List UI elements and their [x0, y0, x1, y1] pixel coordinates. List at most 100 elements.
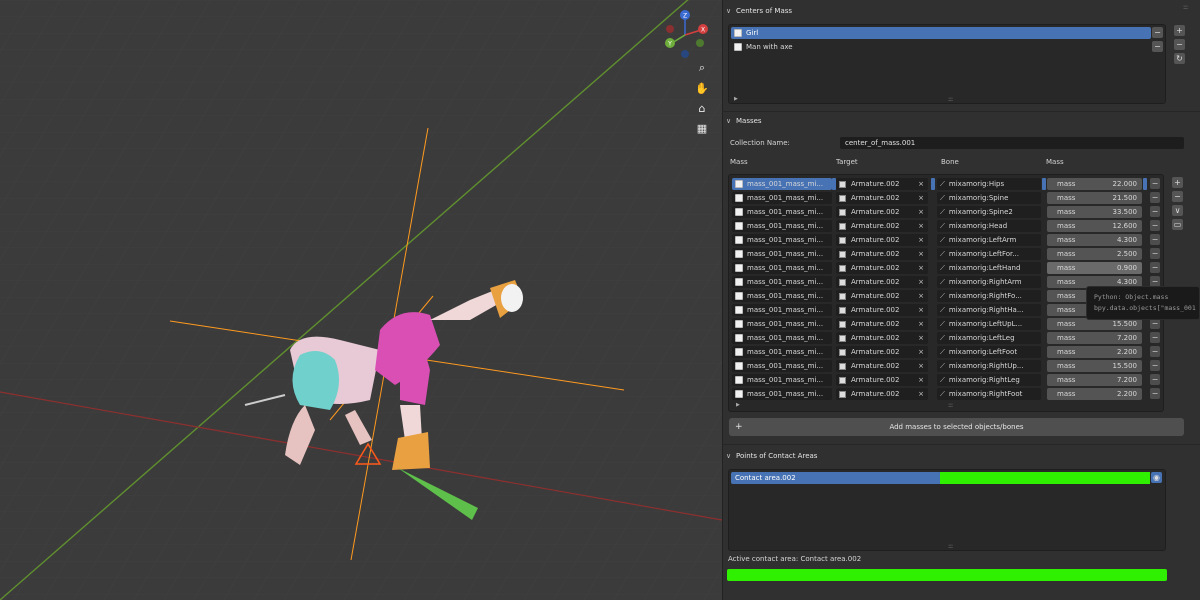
bone-field[interactable]: ⟋ mixamorig:LeftArm	[937, 234, 1041, 246]
mass-name-field[interactable]: mass_001_mass_mi...	[732, 192, 832, 204]
mass-name-field[interactable]: mass_001_mass_mi...	[732, 332, 832, 344]
clear-icon[interactable]: ×	[918, 264, 924, 272]
checkbox[interactable]	[735, 180, 743, 188]
bone-field[interactable]: ⟋ mixamorig:RightHa...	[937, 304, 1041, 316]
remove-button[interactable]: −	[1174, 39, 1185, 50]
mass-name-field[interactable]: mass_001_mass_mi...	[732, 290, 832, 302]
checkbox[interactable]	[735, 362, 743, 370]
clear-icon[interactable]: ×	[918, 348, 924, 356]
checkbox[interactable]	[735, 390, 743, 398]
clear-icon[interactable]: ×	[918, 194, 924, 202]
clear-icon[interactable]: ×	[918, 376, 924, 384]
clear-icon[interactable]: ×	[918, 278, 924, 286]
remove-button[interactable]: −	[1150, 332, 1160, 343]
refresh-icon[interactable]: ↻	[1174, 53, 1185, 64]
remove-button[interactable]: −	[1152, 27, 1163, 38]
zoom-icon[interactable]: ⌕	[694, 60, 710, 76]
list-expand-icon[interactable]: ▶	[736, 402, 740, 408]
contact-color-swatch[interactable]	[940, 472, 1150, 484]
list-item[interactable]: Contact area.002	[731, 472, 941, 484]
active-contact-color[interactable]	[727, 569, 1167, 581]
remove-button[interactable]: −	[1152, 41, 1163, 52]
mass-value-field[interactable]: mass 7.200	[1047, 332, 1142, 344]
mass-name-field[interactable]: mass_001_mass_mi...	[732, 388, 832, 400]
table-row[interactable]: mass_001_mass_mi... Armature.002 × ⟋ mix…	[732, 374, 1160, 386]
clear-icon[interactable]: ×	[918, 306, 924, 314]
checkbox[interactable]	[735, 208, 743, 216]
checkbox[interactable]	[734, 29, 742, 37]
mass-name-field[interactable]: mass_001_mass_mi...	[732, 346, 832, 358]
list-item[interactable]: Man with axe	[731, 41, 1151, 53]
bone-field[interactable]: ⟋ mixamorig:RightLeg	[937, 374, 1041, 386]
target-field[interactable]: Armature.002 ×	[836, 360, 928, 372]
table-row[interactable]: mass_001_mass_mi... Armature.002 × ⟋ mix…	[732, 220, 1160, 232]
table-row[interactable]: mass_001_mass_mi... Armature.002 × ⟋ mix…	[732, 206, 1160, 218]
clear-icon[interactable]: ×	[918, 334, 924, 342]
remove-button[interactable]: −	[1150, 178, 1160, 189]
clear-icon[interactable]: ×	[918, 362, 924, 370]
remove-button[interactable]: −	[1150, 388, 1160, 399]
bone-field[interactable]: ⟋ mixamorig:LeftUpL...	[937, 318, 1041, 330]
bone-field[interactable]: ⟋ mixamorig:RightUp...	[937, 360, 1041, 372]
remove-button[interactable]: −	[1150, 262, 1160, 273]
mass-value-field[interactable]: mass 2.200	[1047, 388, 1142, 400]
table-row[interactable]: mass_001_mass_mi... Armature.002 × ⟋ mix…	[732, 178, 1160, 190]
axis-gizmo[interactable]: Z X Y	[660, 10, 710, 60]
mass-name-field[interactable]: mass_001_mass_mi...	[732, 262, 832, 274]
checkbox[interactable]	[735, 376, 743, 384]
target-field[interactable]: Armature.002 ×	[836, 318, 928, 330]
checkbox[interactable]	[735, 306, 743, 314]
chevron-down-icon[interactable]: ∨	[1172, 205, 1183, 216]
mass-value-field[interactable]: mass 7.200	[1047, 374, 1142, 386]
target-field[interactable]: Armature.002 ×	[836, 206, 928, 218]
bone-field[interactable]: ⟋ mixamorig:LeftHand	[937, 262, 1041, 274]
clear-icon[interactable]: ×	[918, 180, 924, 188]
list-resize-grip[interactable]: ::::	[948, 402, 953, 409]
target-field[interactable]: Armature.002 ×	[836, 332, 928, 344]
list-item[interactable]: Girl	[731, 27, 1151, 39]
table-row[interactable]: mass_001_mass_mi... Armature.002 × ⟋ mix…	[732, 262, 1160, 274]
mass-value-field[interactable]: mass 21.500	[1047, 192, 1142, 204]
table-row[interactable]: mass_001_mass_mi... Armature.002 × ⟋ mix…	[732, 192, 1160, 204]
clear-icon[interactable]: ×	[918, 292, 924, 300]
mass-name-field[interactable]: mass_001_mass_mi...	[732, 276, 832, 288]
checkbox[interactable]	[735, 292, 743, 300]
checkbox[interactable]	[735, 250, 743, 258]
target-field[interactable]: Armature.002 ×	[836, 388, 928, 400]
add-masses-button[interactable]: + Add masses to selected objects/bones	[729, 418, 1184, 436]
remove-button[interactable]: −	[1150, 360, 1160, 371]
bone-field[interactable]: ⟋ mixamorig:LeftLeg	[937, 332, 1041, 344]
mass-value-field[interactable]: mass 0.900	[1047, 262, 1142, 274]
add-button[interactable]: +	[1174, 25, 1185, 36]
target-field[interactable]: Armature.002 ×	[836, 374, 928, 386]
mass-name-field[interactable]: mass_001_mass_mi...	[732, 234, 832, 246]
mass-name-field[interactable]: mass_001_mass_mi...	[732, 220, 832, 232]
bone-field[interactable]: ⟋ mixamorig:RightArm	[937, 276, 1041, 288]
mass-name-field[interactable]: mass_001_mass_mi...	[732, 374, 832, 386]
remove-button[interactable]: −	[1150, 346, 1160, 357]
mass-name-field[interactable]: mass_001_mass_mi...	[732, 304, 832, 316]
bone-field[interactable]: ⟋ mixamorig:Spine2	[937, 206, 1041, 218]
target-field[interactable]: Armature.002 ×	[836, 192, 928, 204]
mass-name-field[interactable]: mass_001_mass_mi...	[732, 178, 832, 190]
bone-field[interactable]: ⟋ mixamorig:LeftFoot	[937, 346, 1041, 358]
remove-button[interactable]: −	[1172, 191, 1183, 202]
add-button[interactable]: +	[1172, 177, 1183, 188]
remove-button[interactable]: −	[1150, 374, 1160, 385]
checkbox[interactable]	[735, 278, 743, 286]
contact-areas-header[interactable]: ∨ Points of Contact Areas	[726, 449, 817, 463]
eye-icon[interactable]: ◉	[1151, 472, 1162, 483]
table-row[interactable]: mass_001_mass_mi... Armature.002 × ⟋ mix…	[732, 248, 1160, 260]
clear-icon[interactable]: ×	[918, 250, 924, 258]
checkbox[interactable]	[735, 264, 743, 272]
mass-name-field[interactable]: mass_001_mass_mi...	[732, 248, 832, 260]
table-row[interactable]: mass_001_mass_mi... Armature.002 × ⟋ mix…	[732, 332, 1160, 344]
target-field[interactable]: Armature.002 ×	[836, 220, 928, 232]
clear-icon[interactable]: ×	[918, 390, 924, 398]
remove-button[interactable]: −	[1150, 206, 1160, 217]
target-field[interactable]: Armature.002 ×	[836, 290, 928, 302]
remove-button[interactable]: −	[1150, 248, 1160, 259]
clear-icon[interactable]: ×	[918, 222, 924, 230]
bone-field[interactable]: ⟋ mixamorig:RightFo...	[937, 290, 1041, 302]
target-field[interactable]: Armature.002 ×	[836, 276, 928, 288]
